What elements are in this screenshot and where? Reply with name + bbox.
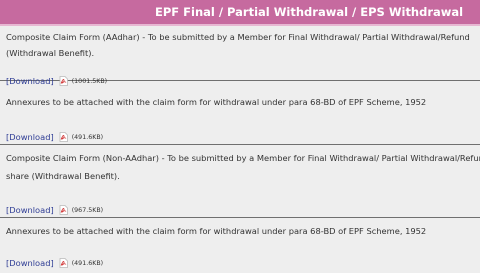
download-link[interactable]: [Download] bbox=[6, 132, 54, 142]
file-size: (967.5KB) bbox=[71, 206, 104, 214]
document-row: Composite Claim Form (AAdhar) - To be su… bbox=[0, 26, 480, 86]
download-link[interactable]: [Download] bbox=[6, 205, 54, 215]
document-description-line: Composite Claim Form (Non-AAdhar) - To b… bbox=[6, 153, 480, 163]
download-group: [Download] (491.6KB) bbox=[6, 258, 103, 268]
document-list: Composite Claim Form (AAdhar) - To be su… bbox=[0, 26, 480, 268]
pdf-icon[interactable] bbox=[59, 258, 68, 268]
download-group: [Download] (1001.5KB) bbox=[6, 76, 107, 86]
document-row: Composite Claim Form (Non-AAdhar) - To b… bbox=[0, 150, 480, 218]
document-row: Annexures to be attached with the claim … bbox=[0, 95, 480, 145]
download-group: [Download] (967.5KB) bbox=[6, 205, 103, 215]
download-link[interactable]: [Download] bbox=[6, 76, 54, 86]
pdf-icon[interactable] bbox=[59, 76, 68, 86]
download-group: [Download] (491.6KB) bbox=[6, 132, 103, 142]
file-size: (491.6KB) bbox=[71, 259, 104, 267]
document-description-line: (Withdrawal Benefit). bbox=[6, 48, 95, 58]
document-row: Annexures to be attached with the claim … bbox=[0, 223, 480, 273]
file-size: (1001.5KB) bbox=[71, 77, 108, 85]
download-link[interactable]: [Download] bbox=[6, 258, 54, 268]
section-header: EPF Final / Partial Withdrawal / EPS Wit… bbox=[0, 0, 480, 26]
document-description-line: Annexures to be attached with the claim … bbox=[6, 97, 427, 107]
pdf-icon[interactable] bbox=[59, 132, 68, 142]
pdf-icon[interactable] bbox=[59, 205, 68, 215]
section-title: EPF Final / Partial Withdrawal / EPS Wit… bbox=[155, 5, 464, 19]
document-description-line: Annexures to be attached with the claim … bbox=[6, 226, 427, 236]
document-description-line: Composite Claim Form (AAdhar) - To be su… bbox=[6, 32, 470, 42]
document-description-line: share (Withdrawal Benefit). bbox=[6, 171, 120, 181]
file-size: (491.6KB) bbox=[71, 133, 104, 141]
